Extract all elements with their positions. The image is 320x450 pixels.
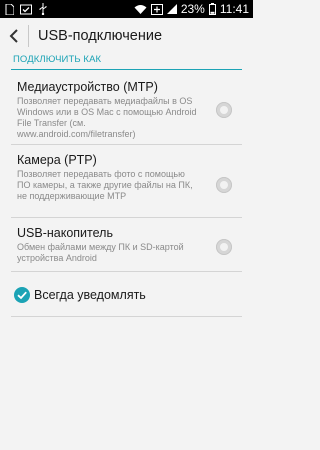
divider (11, 217, 242, 218)
battery-percent: 23% (180, 2, 205, 16)
back-button[interactable] (0, 18, 28, 53)
radio-button-mtp[interactable] (216, 102, 232, 118)
sim-card-icon (5, 3, 14, 15)
option-description: Позволяет передавать фото с помощью ПО к… (17, 169, 193, 201)
option-title: USB-накопитель (17, 226, 113, 240)
battery-icon (208, 3, 216, 15)
divider (11, 144, 242, 145)
title-divider (28, 24, 29, 47)
checkbox-checked-icon[interactable] (14, 287, 30, 303)
radio-button-usb-storage[interactable] (216, 239, 232, 255)
section-underline (11, 69, 242, 70)
option-title: Камера (PTP) (17, 153, 97, 167)
usb-check-icon (20, 4, 32, 14)
clock: 11:41 (219, 2, 249, 16)
option-usb-storage[interactable]: USB-накопитель Обмен файлами между ПК и … (0, 226, 253, 270)
option-mtp[interactable]: Медиаустройство (MTP) Позволяет передава… (0, 80, 253, 139)
divider (11, 316, 242, 317)
option-description: Обмен файлами между ПК и SD-картой устро… (17, 242, 184, 263)
section-header: ПОДКЛЮЧИТЬ КАК (0, 53, 253, 70)
divider (11, 271, 242, 272)
chevron-left-icon (9, 28, 18, 43)
page-title: USB-подключение (38, 27, 163, 44)
option-title: Медиаустройство (MTP) (17, 80, 158, 94)
signal-icon (166, 4, 177, 14)
app-bar: USB-подключение (0, 18, 253, 53)
radio-button-ptp[interactable] (216, 177, 232, 193)
battery-saver-icon (150, 3, 163, 15)
section-header-label: ПОДКЛЮЧИТЬ КАК (13, 54, 102, 65)
usb-icon (39, 3, 47, 15)
option-description: Позволяет передавать медиафайлы в OS Win… (17, 96, 197, 139)
always-notify-label: Всегда уведомлять (34, 288, 146, 302)
status-bar: 23% 11:41 (0, 0, 253, 18)
always-notify-row[interactable]: Всегда уведомлять (0, 279, 253, 309)
wifi-icon (134, 5, 147, 14)
option-ptp[interactable]: Камера (PTP) Позволяет передавать фото с… (0, 153, 253, 203)
